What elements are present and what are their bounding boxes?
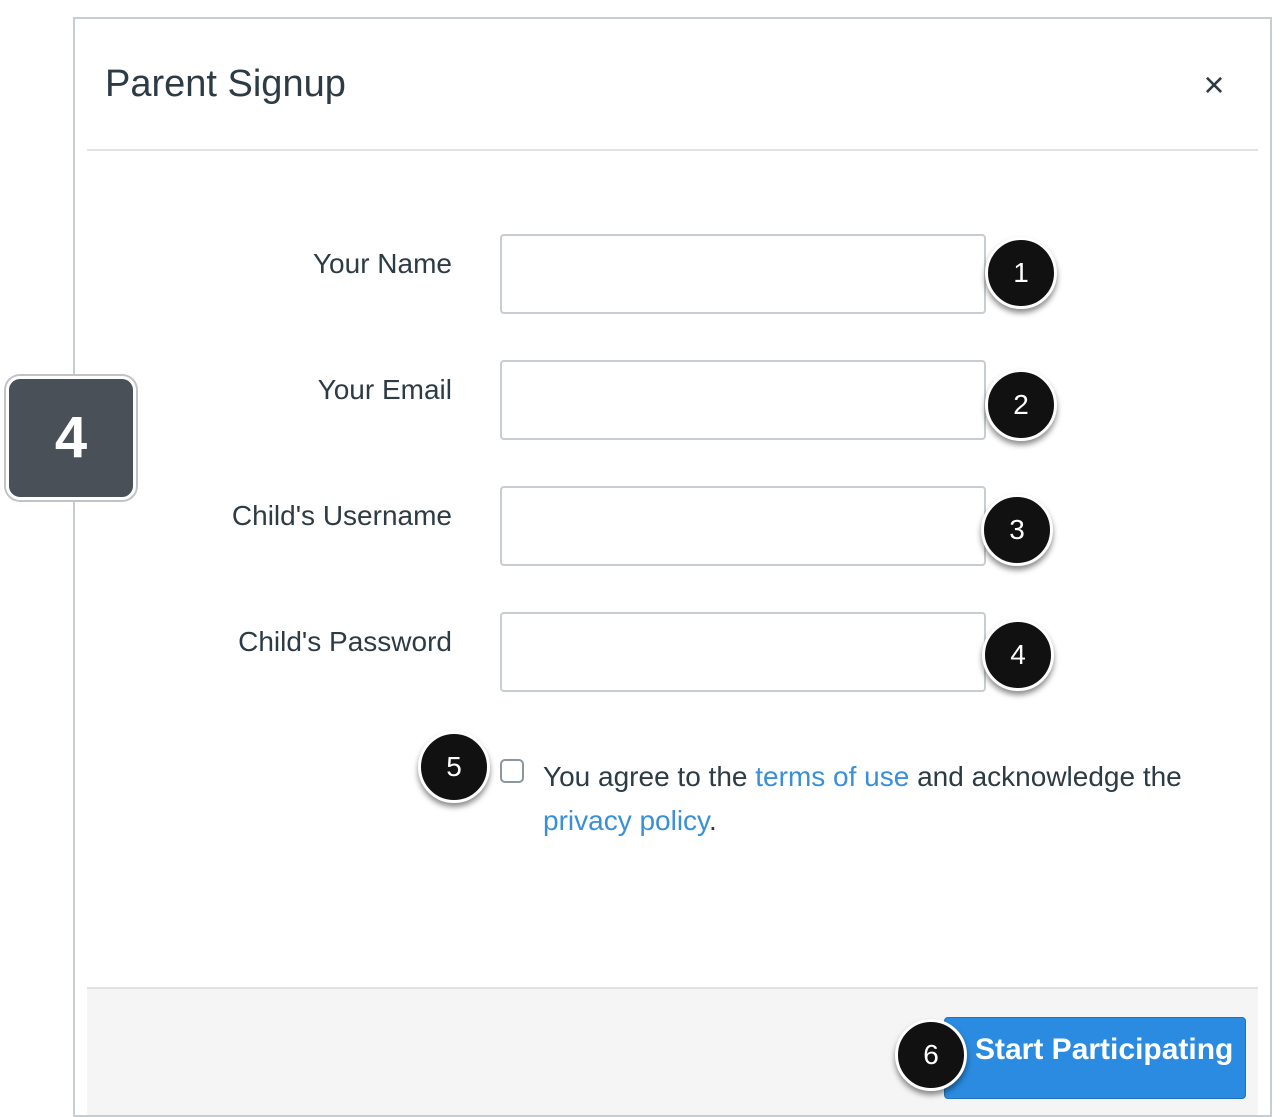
callout-2: 2 bbox=[985, 369, 1057, 441]
agreement-text-middle: and acknowledge the bbox=[909, 761, 1182, 792]
agreement-text: You agree to the terms of use and acknow… bbox=[543, 755, 1263, 843]
child-username-field-row: Child's Username bbox=[75, 486, 1270, 568]
start-participating-button[interactable]: Start Participating bbox=[944, 1017, 1246, 1099]
agree-checkbox[interactable] bbox=[500, 759, 524, 783]
callout-3: 3 bbox=[981, 494, 1053, 566]
callout-5: 5 bbox=[418, 731, 490, 803]
dialog-footer: Start Participating bbox=[87, 987, 1258, 1115]
dialog-header: Parent Signup × bbox=[75, 19, 1270, 150]
dialog-title: Parent Signup bbox=[105, 63, 346, 105]
child-username-input[interactable] bbox=[500, 486, 986, 566]
child-password-field-row: Child's Password bbox=[75, 612, 1270, 694]
privacy-policy-link[interactable]: privacy policy bbox=[543, 805, 709, 836]
name-field-row: Your Name bbox=[75, 234, 1270, 316]
name-input[interactable] bbox=[500, 234, 986, 314]
close-icon[interactable]: × bbox=[1194, 65, 1234, 105]
header-divider bbox=[87, 149, 1258, 151]
child-password-input[interactable] bbox=[500, 612, 986, 692]
email-field-row: Your Email bbox=[75, 360, 1270, 442]
email-input[interactable] bbox=[500, 360, 986, 440]
parent-signup-dialog: Parent Signup × Your Name Your Email Chi… bbox=[73, 17, 1272, 1117]
step-number-badge: 4 bbox=[6, 376, 136, 500]
callout-4: 4 bbox=[982, 619, 1054, 691]
email-label: Your Email bbox=[317, 374, 452, 405]
terms-of-use-link[interactable]: terms of use bbox=[755, 761, 909, 792]
callout-6: 6 bbox=[895, 1019, 967, 1091]
agreement-text-end: . bbox=[708, 805, 717, 836]
name-label: Your Name bbox=[312, 248, 452, 279]
agreement-text-start: You agree to the bbox=[543, 761, 756, 792]
child-password-label: Child's Password bbox=[238, 626, 452, 657]
callout-1: 1 bbox=[985, 237, 1057, 309]
child-username-label: Child's Username bbox=[231, 500, 452, 531]
